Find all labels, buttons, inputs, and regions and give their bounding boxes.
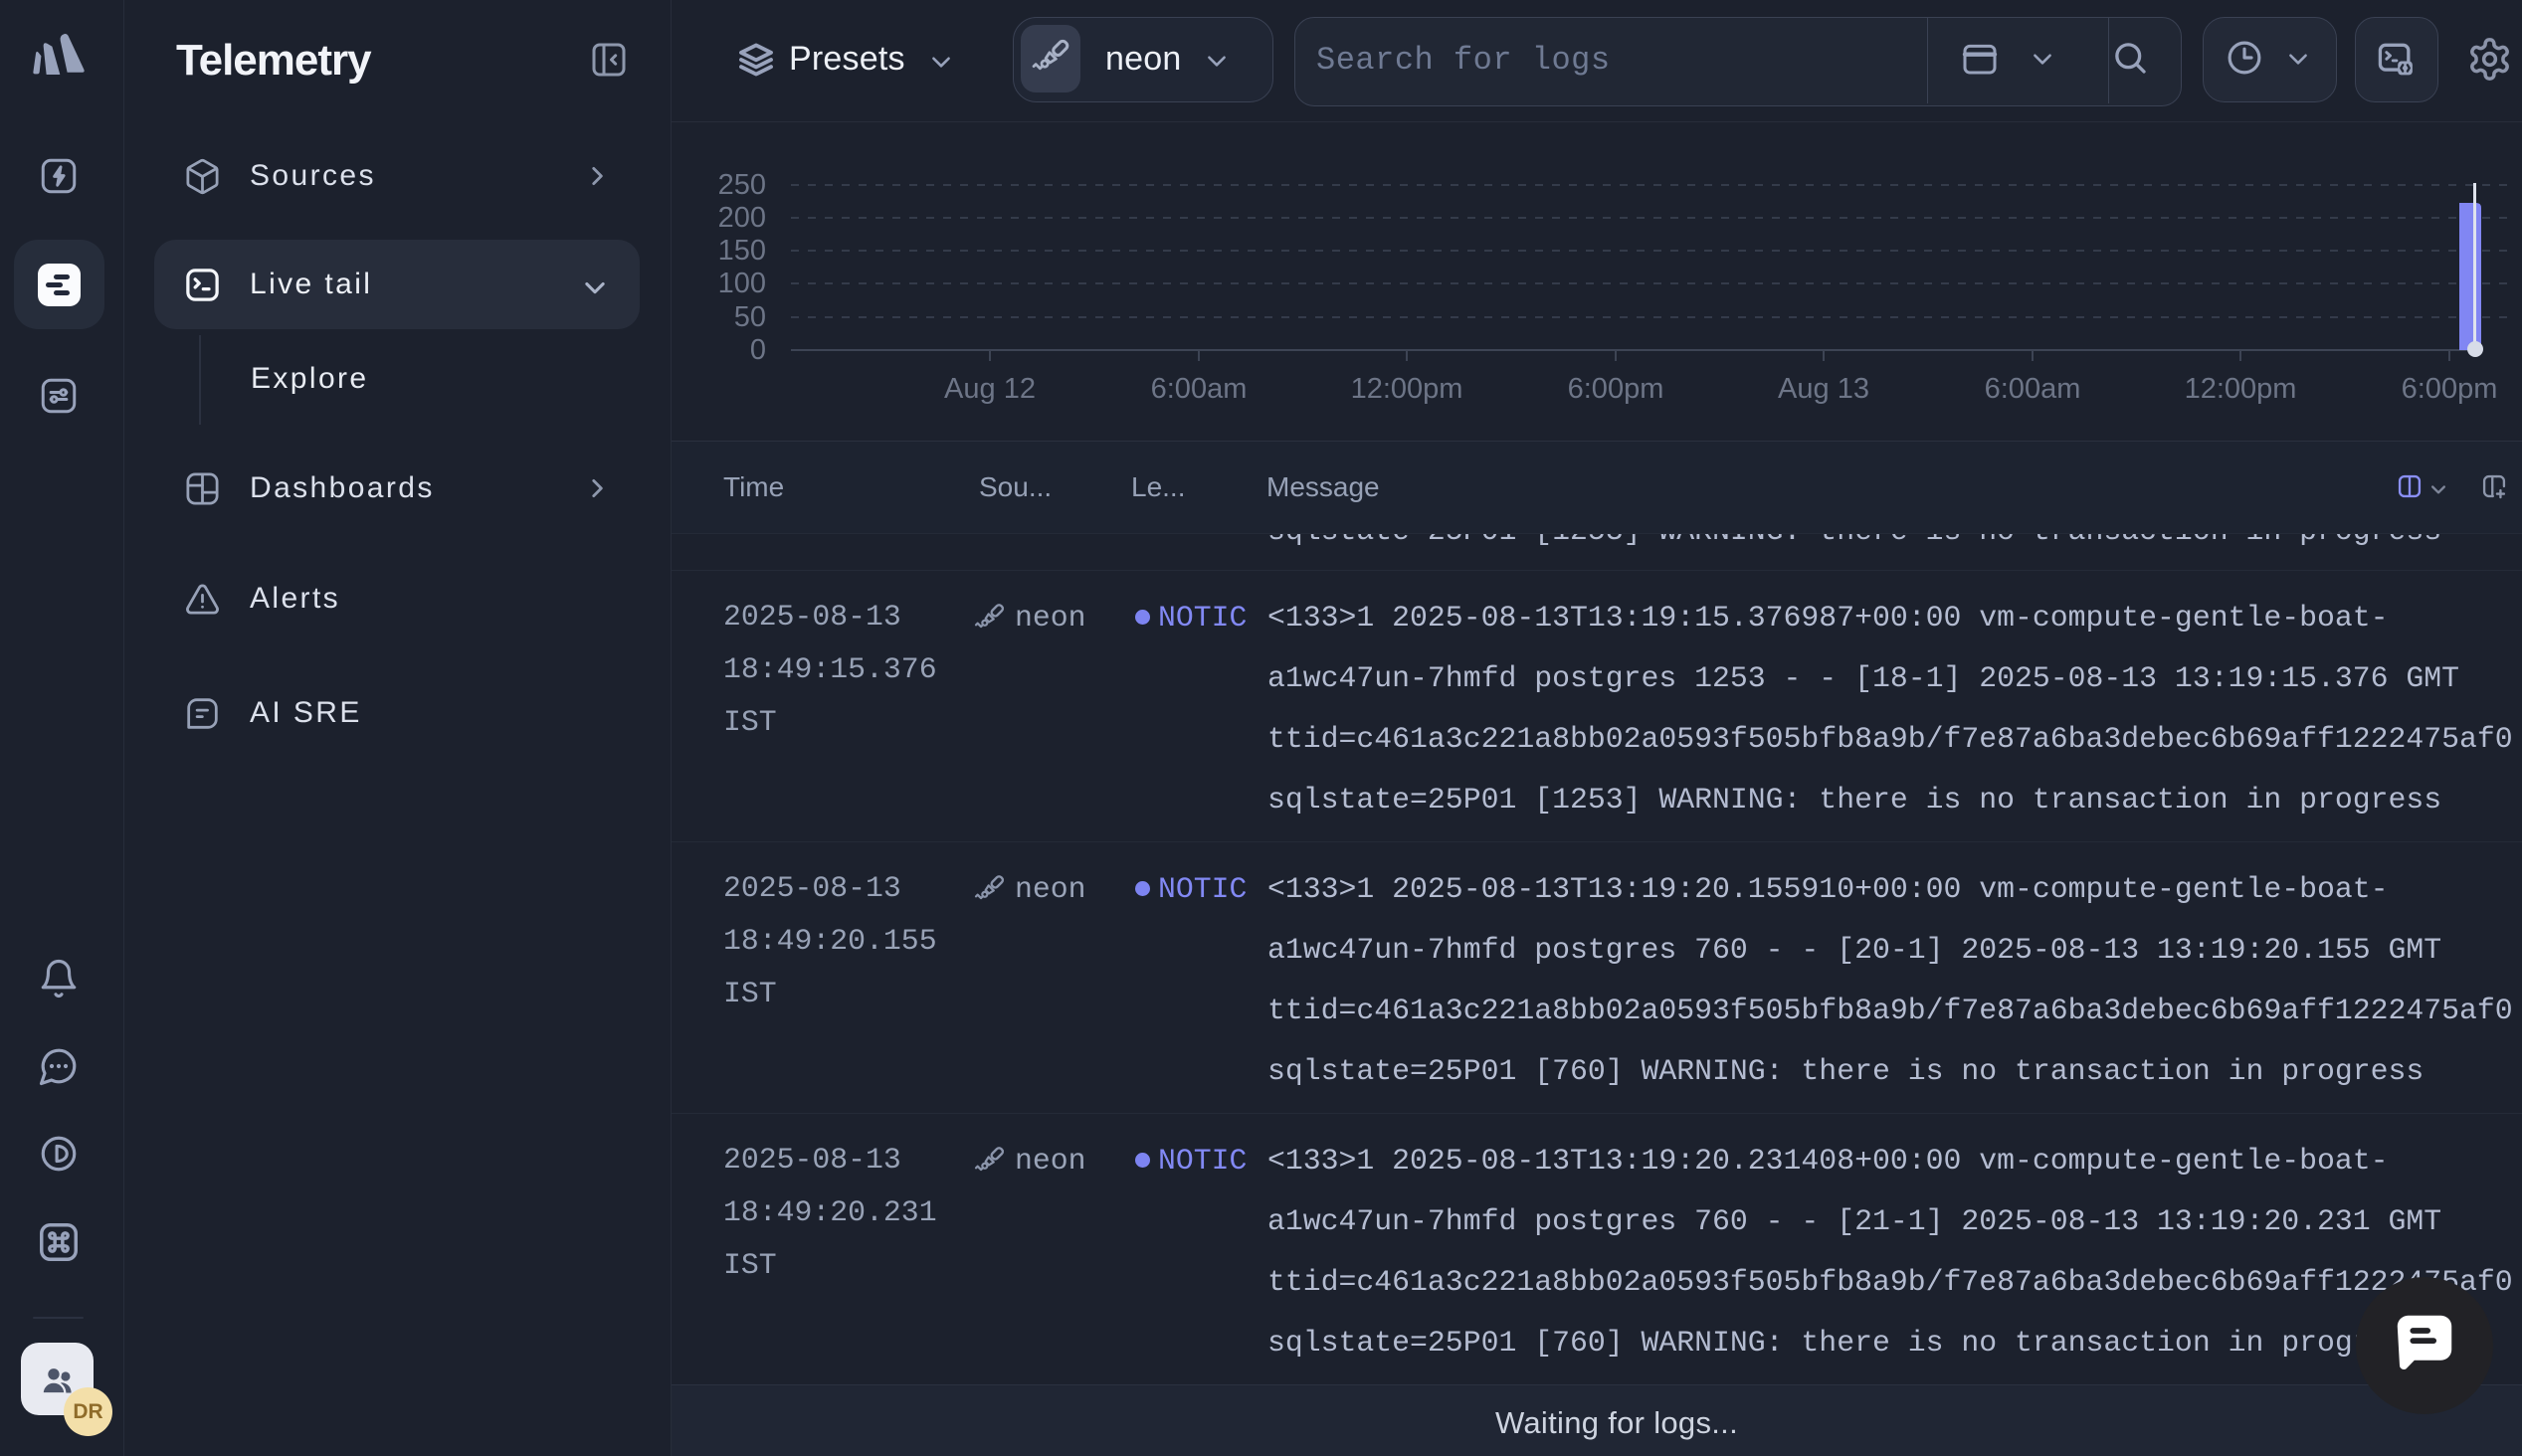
svg-text:6:00pm: 6:00pm bbox=[1568, 373, 1664, 405]
svg-text:150: 150 bbox=[718, 235, 766, 267]
svg-text:100: 100 bbox=[718, 268, 766, 299]
svg-text:6:00am: 6:00am bbox=[1151, 373, 1248, 405]
svg-text:250: 250 bbox=[718, 169, 766, 201]
svg-text:Aug 13: Aug 13 bbox=[1778, 373, 1869, 405]
svg-text:6:00am: 6:00am bbox=[1985, 373, 2081, 405]
svg-text:12:00pm: 12:00pm bbox=[2185, 373, 2297, 405]
svg-text:0: 0 bbox=[750, 334, 766, 366]
svg-text:50: 50 bbox=[734, 301, 766, 333]
svg-text:200: 200 bbox=[718, 202, 766, 234]
svg-text:6:00pm: 6:00pm bbox=[2402, 373, 2498, 405]
svg-text:12:00pm: 12:00pm bbox=[1351, 373, 1463, 405]
svg-text:Aug 12: Aug 12 bbox=[944, 373, 1036, 405]
